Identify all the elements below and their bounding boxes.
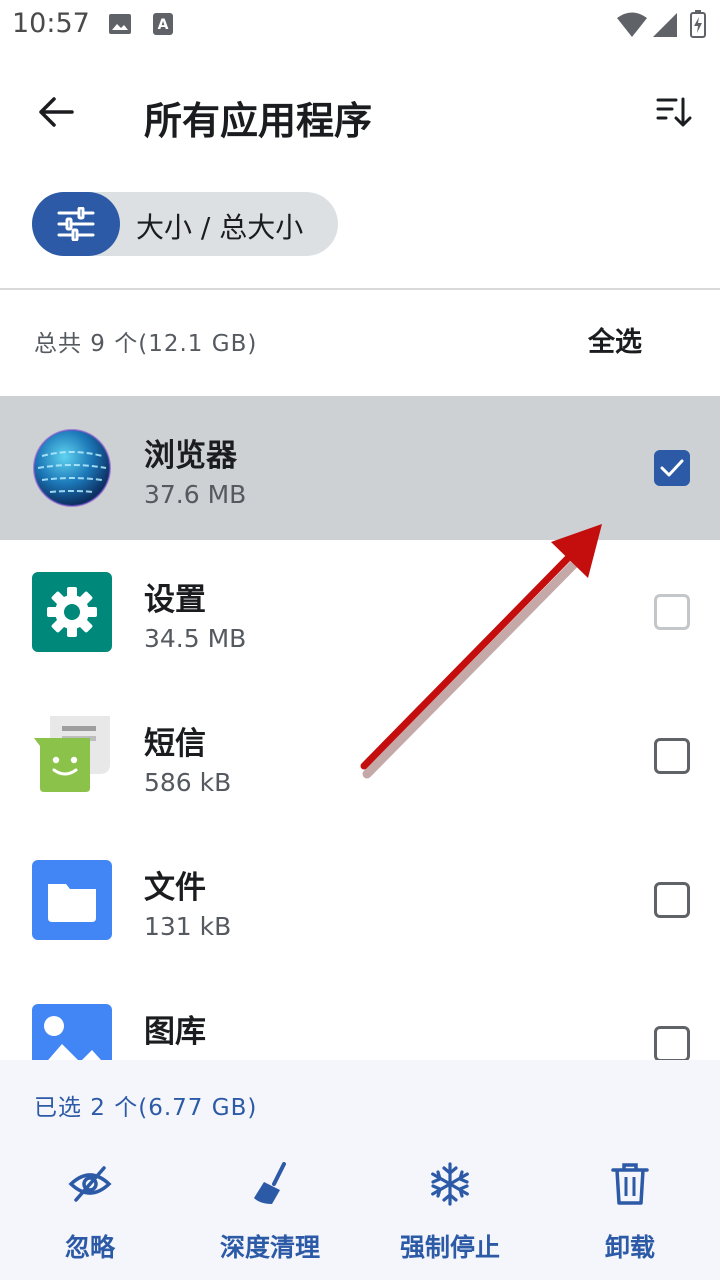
app-row-files[interactable]: 文件 131 kB [0,828,720,972]
app-checkbox[interactable] [654,1026,690,1060]
a-notification-icon: A [152,12,174,40]
app-size: 34.5 MB [144,624,247,653]
app-checkbox[interactable] [654,450,690,486]
arrow-left-icon [39,97,74,127]
chip-label: 大小 / 总大小 [136,211,304,244]
gallery-icon [32,1004,112,1060]
app-name: 浏览器 [144,438,237,474]
sort-button[interactable] [644,82,704,142]
divider [0,288,720,290]
app-size: 586 kB [144,768,232,797]
app-row-gallery[interactable]: 图库 [0,972,720,1060]
status-bar: 10:57 A [0,0,720,50]
app-list: 浏览器 37.6 MB 设置 34.5 MB 短信 586 kB 文件 131 … [0,396,720,1060]
app-checkbox[interactable] [654,738,690,774]
image-icon [108,13,132,39]
app-name: 设置 [144,582,206,618]
check-icon [660,459,684,477]
deep-clean-button[interactable]: 深度清理 [180,1156,360,1266]
bottom-action-panel: 已选 2 个(6.77 GB) 忽略 深度清理 强制停止 卸载 [0,1060,720,1280]
total-count: 总共 9 个(12.1 GB) [34,331,258,357]
settings-gear-icon [32,572,112,652]
app-bar: 所有应用程序 [0,60,720,168]
signal-icon [652,12,678,42]
action-label: 卸载 [604,1233,655,1262]
app-size: 131 kB [144,912,232,941]
app-name: 短信 [144,726,206,762]
action-label: 强制停止 [399,1233,500,1262]
app-row-messaging[interactable]: 短信 586 kB [0,684,720,828]
page-title: 所有应用程序 [144,99,373,143]
battery-charging-icon [690,10,706,42]
action-label: 忽略 [64,1233,115,1262]
app-checkbox[interactable] [654,594,690,630]
app-name: 文件 [144,870,206,906]
action-label: 深度清理 [219,1233,320,1262]
app-row-settings[interactable]: 设置 34.5 MB [0,540,720,684]
selected-count: 已选 2 个(6.77 GB) [34,1095,258,1121]
ignore-button[interactable]: 忽略 [0,1156,180,1266]
files-folder-icon [32,860,112,940]
select-all-button[interactable]: 全选 [588,320,642,359]
snowflake-icon [420,1156,480,1212]
app-checkbox[interactable] [654,882,690,918]
app-size: 37.6 MB [144,480,247,509]
status-time: 10:57 [12,8,90,39]
sort-icon [656,97,692,127]
app-name: 图库 [144,1014,206,1050]
eye-off-icon [60,1156,120,1212]
broom-icon [240,1156,300,1212]
messaging-icon [32,716,112,796]
back-button[interactable] [26,82,86,142]
uninstall-button[interactable]: 卸载 [540,1156,720,1266]
svg-text:A: A [158,17,169,33]
tune-icon [32,192,120,256]
trash-icon [600,1156,660,1212]
globe-browser-icon [32,428,112,508]
force-stop-button[interactable]: 强制停止 [360,1156,540,1266]
sort-filter-chip[interactable]: 大小 / 总大小 [32,192,338,256]
wifi-icon [616,12,648,42]
app-row-browser[interactable]: 浏览器 37.6 MB [0,396,720,540]
